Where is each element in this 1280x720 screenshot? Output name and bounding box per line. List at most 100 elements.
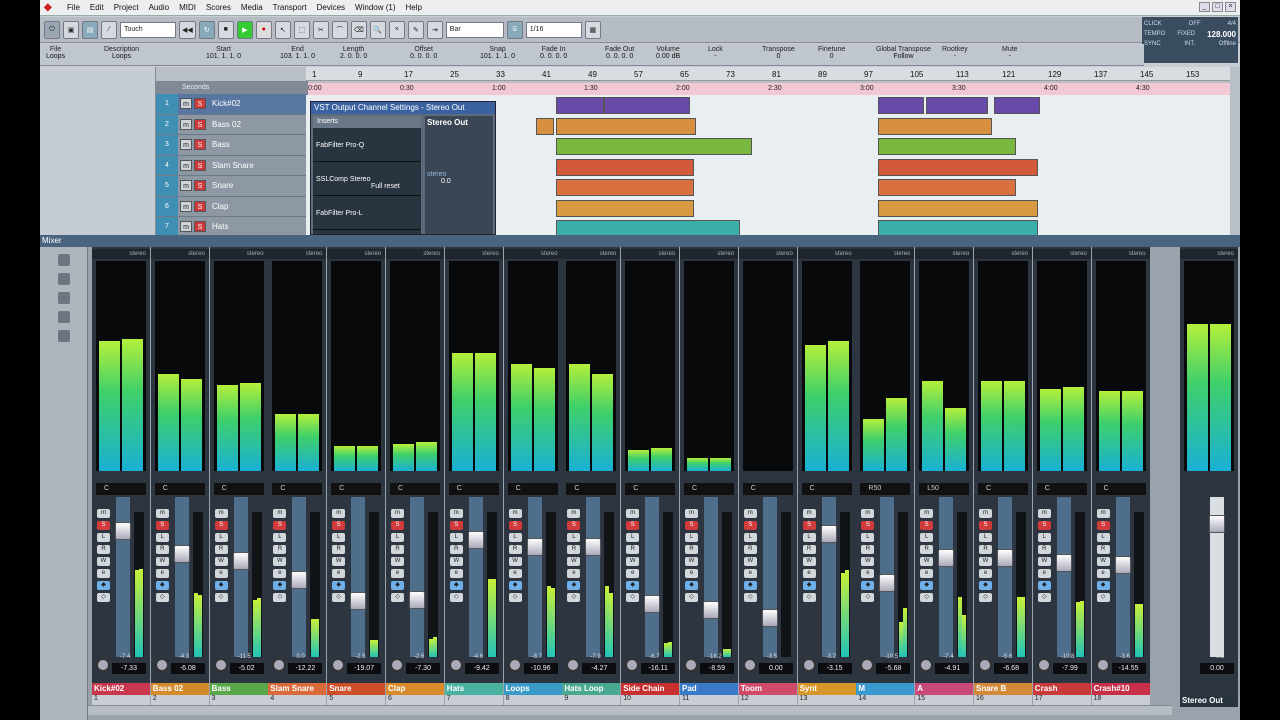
mute-button[interactable]: m [979, 509, 992, 518]
edit-channel-button[interactable]: e [1096, 569, 1110, 578]
write-automation-button[interactable]: W [1096, 557, 1110, 566]
insert-bypass-button[interactable]: ◆ [508, 581, 522, 590]
volume-fader-handle[interactable] [291, 571, 308, 590]
channel-name[interactable]: Synt [797, 683, 856, 695]
read-automation-button[interactable]: R [743, 545, 757, 554]
track-row[interactable]: 4 m S Slam Snare [156, 155, 308, 176]
automation-icon[interactable]: ∕ [101, 20, 117, 39]
volume-value[interactable]: -4.91 [935, 663, 970, 674]
track-name[interactable]: Snare [212, 181, 233, 190]
pan-control[interactable]: C [154, 483, 205, 495]
track-name[interactable]: Clap [212, 202, 228, 211]
audio-event[interactable] [878, 117, 992, 135]
insert-bypass-button[interactable]: ◆ [979, 581, 992, 590]
time-ruler[interactable]: 0:00 0:30 1:00 1:30 2:00 2:30 3:00 3:30 4:00 4:30 [306, 83, 1230, 95]
info-field-value[interactable]: Loops [104, 53, 139, 60]
sends-button[interactable]: ◇ [861, 593, 875, 602]
read-automation-button[interactable]: R [214, 545, 228, 554]
read-automation-button[interactable]: R [97, 545, 110, 554]
info-field-value[interactable]: 2. 0. 0. 0 [340, 53, 367, 60]
read-automation-button[interactable]: R [332, 545, 346, 554]
volume-value[interactable]: -14.55 [1111, 663, 1146, 674]
volume-fader-track[interactable] [468, 497, 483, 657]
star-icon[interactable] [57, 330, 70, 342]
insert-slot-2[interactable]: SSLComp Stereo Full reset [313, 162, 421, 196]
channel-name[interactable]: M [856, 683, 915, 695]
read-automation-button[interactable]: R [567, 545, 581, 554]
audio-event[interactable] [878, 97, 924, 114]
edit-channel-button[interactable]: e [273, 569, 287, 578]
audio-event[interactable] [994, 97, 1040, 114]
power-icon[interactable]: ⏻ [44, 20, 60, 39]
volume-fader-handle[interactable] [1055, 554, 1072, 573]
volume-fader-handle[interactable] [350, 592, 367, 611]
listen-button[interactable]: L [567, 533, 581, 542]
volume-fader-track[interactable] [410, 497, 424, 657]
write-automation-button[interactable]: W [332, 557, 346, 566]
info-field[interactable]: Description Loops [104, 46, 139, 60]
listen-button[interactable]: L [743, 533, 757, 542]
range-tool-icon[interactable]: ⬚ [293, 20, 310, 39]
mute-button[interactable]: m [743, 509, 757, 518]
menu-edit[interactable]: Edit [85, 3, 109, 12]
solo-button[interactable]: S [861, 521, 875, 530]
track-row[interactable]: 3 m S Bass [156, 135, 308, 156]
solo-button[interactable]: S [332, 521, 346, 530]
volume-fader-track[interactable] [174, 497, 189, 657]
volume-fader-handle[interactable] [232, 551, 249, 570]
write-automation-button[interactable]: W [273, 557, 287, 566]
track-name[interactable]: Slam Snare [212, 161, 254, 170]
volume-fader-track[interactable] [762, 497, 777, 657]
volume-fader-track[interactable] [1056, 497, 1071, 657]
pan-control[interactable]: C [96, 483, 146, 495]
track-row[interactable]: 6 m S Clap [156, 196, 308, 217]
listen-button[interactable]: L [1096, 533, 1110, 542]
mute-button[interactable]: m [567, 509, 581, 518]
mute-button[interactable]: m [1037, 509, 1051, 518]
mute-button[interactable]: m [332, 509, 346, 518]
edit-channel-button[interactable]: e [508, 569, 522, 578]
read-automation-button[interactable]: R [685, 545, 698, 554]
solo-button[interactable]: S [194, 139, 206, 151]
listen-button[interactable]: L [508, 533, 522, 542]
pan-control[interactable]: R50 [860, 483, 911, 495]
volume-value[interactable]: -5.02 [229, 663, 264, 674]
mute-button[interactable]: m [920, 509, 934, 518]
snap-icon[interactable]: ⇥ [426, 20, 443, 39]
write-automation-button[interactable]: W [920, 557, 934, 566]
track-name[interactable]: Bass [212, 140, 230, 149]
info-field-value[interactable]: 101. 1. 1. 0 [480, 53, 515, 60]
sends-button[interactable]: ◇ [1096, 593, 1110, 602]
info-field-value[interactable]: 0. 0. 0. 0 [540, 53, 567, 60]
mute-button[interactable]: m [626, 509, 640, 518]
info-field-value[interactable]: 0. 0. 0. 0 [605, 53, 634, 60]
quantize-icon[interactable]: ⌸ [506, 20, 523, 39]
edit-channel-button[interactable]: e [332, 569, 346, 578]
volume-value[interactable]: -3.15 [817, 663, 852, 674]
insert-bypass-button[interactable]: ◆ [743, 581, 757, 590]
mute-button[interactable]: m [391, 509, 404, 518]
menu-transport[interactable]: Transport [268, 3, 312, 12]
insert-bypass-button[interactable]: ◆ [97, 581, 110, 590]
sends-button[interactable]: ◇ [214, 593, 228, 602]
info-field-value[interactable]: 0 [762, 53, 795, 60]
edit-channel-button[interactable]: e [155, 569, 169, 578]
solo-button[interactable]: S [194, 159, 206, 171]
track-name[interactable]: Hats [212, 222, 228, 231]
sends-button[interactable]: ◇ [508, 593, 522, 602]
mute-button[interactable]: m [508, 509, 522, 518]
audio-event[interactable] [878, 138, 1016, 155]
listen-button[interactable]: L [155, 533, 169, 542]
info-field-value[interactable]: 103. 1. 1. 0 [280, 53, 315, 60]
read-automation-button[interactable]: R [802, 545, 816, 554]
write-automation-button[interactable]: W [155, 557, 169, 566]
audio-event[interactable] [926, 97, 988, 114]
pan-control[interactable]: C [448, 483, 499, 495]
track-name[interactable]: Bass 02 [212, 120, 241, 129]
mute-button[interactable]: m [97, 509, 110, 518]
solo-button[interactable]: S [508, 521, 522, 530]
volume-value[interactable]: -8.59 [700, 663, 734, 674]
listen-button[interactable]: L [332, 533, 346, 542]
write-automation-button[interactable]: W [979, 557, 992, 566]
mute-button[interactable]: m [180, 180, 192, 192]
